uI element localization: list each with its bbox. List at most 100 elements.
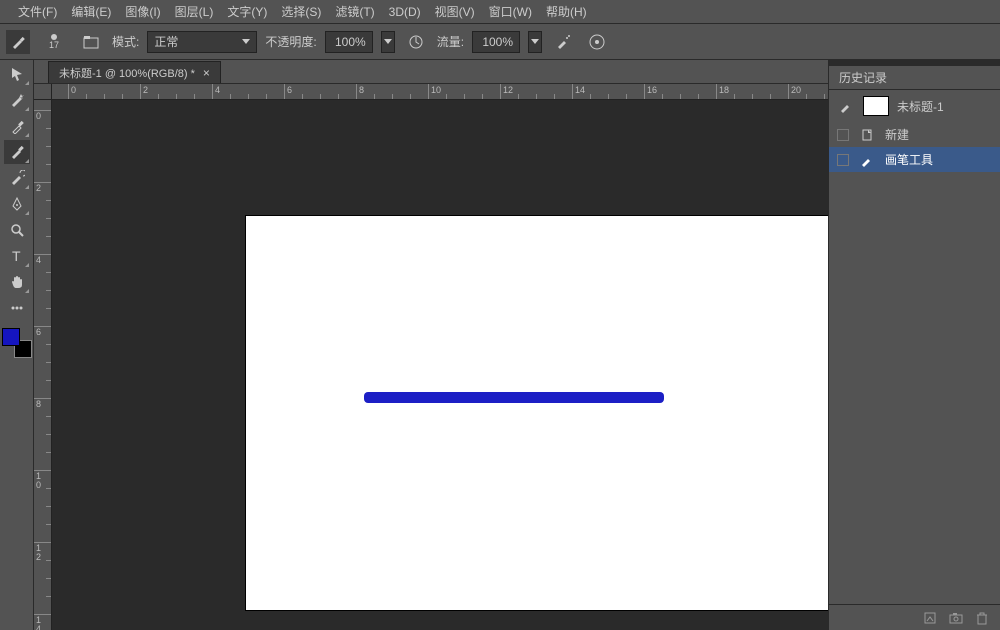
history-state-label: 新建: [885, 126, 909, 143]
new-doc-icon: [922, 610, 938, 626]
flow-value: 100%: [482, 35, 513, 49]
magnifier-icon: [9, 222, 25, 238]
tool-eyedropper[interactable]: [4, 114, 30, 138]
history-visibility-toggle[interactable]: [837, 154, 849, 166]
canvas[interactable]: [246, 216, 828, 610]
ruler-tick-label: 12: [36, 544, 41, 562]
history-snapshot-row[interactable]: 未标题-1: [829, 90, 1000, 122]
pressure-opacity-toggle[interactable]: [403, 29, 429, 55]
history-panel-footer: [829, 604, 1000, 630]
menu-3d[interactable]: 3D(D): [389, 5, 421, 19]
opacity-label: 不透明度:: [265, 33, 316, 50]
document-tab[interactable]: 未标题-1 @ 100%(RGB/8) * ×: [48, 61, 221, 83]
camera-icon: [948, 610, 964, 626]
pen-icon: [9, 196, 25, 212]
wand-icon: [9, 92, 25, 108]
trash-icon: [974, 610, 990, 626]
history-state-row[interactable]: 新建: [829, 122, 1000, 147]
ruler-tick-label: 12: [503, 85, 513, 95]
create-document-from-state-button[interactable]: [922, 610, 938, 626]
delete-state-button[interactable]: [974, 610, 990, 626]
airbrush-icon: [554, 33, 572, 51]
menu-view[interactable]: 视图(V): [435, 3, 475, 20]
tool-magic-wand[interactable]: [4, 88, 30, 112]
type-icon: T: [9, 248, 25, 264]
flow-label: 流量:: [437, 33, 464, 50]
opacity-input[interactable]: 100%: [325, 31, 373, 53]
menu-image[interactable]: 图像(I): [125, 3, 160, 20]
color-swatches[interactable]: [2, 328, 32, 358]
ruler-tick-label: 6: [36, 328, 41, 337]
work-area: 未标题-1 @ 100%(RGB/8) * × 0246810121416182…: [34, 60, 828, 630]
ruler-tick-label: 0: [36, 112, 41, 121]
brush-panel-toggle[interactable]: [78, 29, 104, 55]
brush-size-label: 17: [49, 40, 59, 50]
tablet-pressure-icon: [407, 33, 425, 51]
toolbox: T: [0, 60, 34, 630]
history-state-row[interactable]: 画笔工具: [829, 147, 1000, 172]
close-icon[interactable]: ×: [203, 66, 210, 80]
brush-icon: [9, 144, 25, 160]
tool-move[interactable]: [4, 62, 30, 86]
history-visibility-toggle[interactable]: [837, 129, 849, 141]
tablet-size-icon: [588, 33, 606, 51]
tool-brush[interactable]: [4, 140, 30, 164]
tool-ellipsis[interactable]: [4, 296, 30, 320]
canvas-viewport[interactable]: [52, 100, 828, 630]
airbrush-toggle[interactable]: [550, 29, 576, 55]
snapshot-thumbnail: [863, 96, 889, 116]
brush-icon: [857, 152, 877, 168]
ruler-horizontal[interactable]: 02468101214161820: [52, 84, 828, 100]
eyedropper-icon: [9, 118, 25, 134]
menu-layer[interactable]: 图层(L): [175, 3, 214, 20]
brush-preset-picker[interactable]: 17: [38, 28, 70, 56]
history-panel-tab[interactable]: 历史记录: [839, 69, 887, 86]
panel-dock: 历史记录 未标题-1 新建 画笔工具: [828, 60, 1000, 630]
ruler-tick-label: 2: [143, 85, 148, 95]
ellipsis-icon: [9, 300, 25, 316]
document-tab-title: 未标题-1 @ 100%(RGB/8) *: [59, 65, 195, 81]
menu-help[interactable]: 帮助(H): [546, 3, 587, 20]
flow-slider-toggle[interactable]: [528, 31, 542, 53]
new-snapshot-button[interactable]: [948, 610, 964, 626]
ruler-tick-label: 0: [71, 85, 76, 95]
ruler-vertical[interactable]: 02468101214: [34, 100, 52, 630]
ruler-tick-label: 16: [647, 85, 657, 95]
ruler-tick-label: 8: [359, 85, 364, 95]
tool-pen[interactable]: [4, 192, 30, 216]
blend-mode-dropdown[interactable]: 正常: [147, 31, 257, 53]
menu-select[interactable]: 选择(S): [281, 3, 321, 20]
mode-label: 模式:: [112, 33, 139, 50]
foreground-color-swatch[interactable]: [2, 328, 20, 346]
document-tabstrip: 未标题-1 @ 100%(RGB/8) * ×: [34, 60, 828, 84]
ruler-tick-label: 18: [719, 85, 729, 95]
brush-stroke: [364, 392, 664, 403]
ruler-tick-label: 20: [791, 85, 801, 95]
menu-edit[interactable]: 编辑(E): [71, 3, 111, 20]
tool-history-brush[interactable]: [4, 166, 30, 190]
ruler-origin[interactable]: [34, 84, 52, 100]
history-state-label: 画笔工具: [885, 151, 933, 168]
opacity-slider-toggle[interactable]: [381, 31, 395, 53]
tool-zoom[interactable]: [4, 218, 30, 242]
menu-file[interactable]: 文件(F): [18, 3, 57, 20]
tool-preset-picker[interactable]: [6, 30, 30, 54]
panel-tabbar: 历史记录: [829, 66, 1000, 90]
menu-bar: 文件(F) 编辑(E) 图像(I) 图层(L) 文字(Y) 选择(S) 滤镜(T…: [0, 0, 1000, 24]
ruler-tick-label: 4: [36, 256, 41, 265]
move-icon: [9, 66, 25, 82]
menu-filter[interactable]: 滤镜(T): [335, 3, 374, 20]
tool-type[interactable]: T: [4, 244, 30, 268]
menu-type[interactable]: 文字(Y): [227, 3, 267, 20]
menu-window[interactable]: 窗口(W): [489, 3, 532, 20]
options-bar: 17 模式: 正常 不透明度: 100% 流量: 100%: [0, 24, 1000, 60]
blend-mode-value: 正常: [154, 33, 178, 50]
pressure-size-toggle[interactable]: [584, 29, 610, 55]
chevron-down-icon: [531, 39, 539, 44]
file-icon: [857, 127, 877, 143]
flow-input[interactable]: 100%: [472, 31, 520, 53]
ruler-tick-label: 14: [575, 85, 585, 95]
tool-hand[interactable]: [4, 270, 30, 294]
ruler-tick-label: 6: [287, 85, 292, 95]
history-brush-source-icon[interactable]: [837, 97, 855, 115]
